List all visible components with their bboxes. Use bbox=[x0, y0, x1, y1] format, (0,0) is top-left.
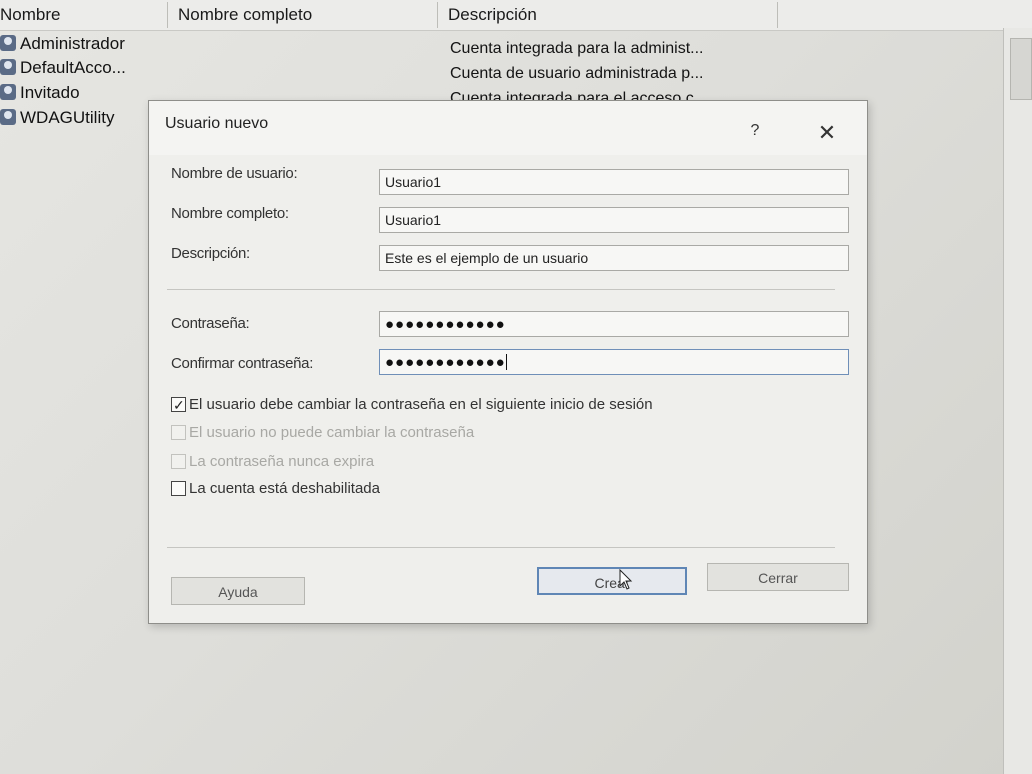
confirm-password-label: Confirmar contraseña: bbox=[171, 355, 314, 372]
account-disabled-checkbox[interactable] bbox=[171, 481, 186, 496]
list-item[interactable]: WDAGUtility bbox=[0, 106, 114, 130]
confirm-password-value: ●●●●●●●●●●●● bbox=[385, 354, 506, 371]
user-icon bbox=[0, 59, 16, 75]
username-label: Nombre de usuario: bbox=[171, 165, 298, 182]
account-disabled-option[interactable]: La cuenta está deshabilitada bbox=[171, 479, 380, 499]
confirm-password-field[interactable]: ●●●●●●●●●●●● bbox=[379, 349, 849, 375]
password-never-expires-label: La contraseña nunca expira bbox=[189, 453, 375, 470]
username-field[interactable]: Usuario1 bbox=[379, 169, 849, 195]
cannot-change-password-label: El usuario no puede cambiar la contraseñ… bbox=[189, 424, 475, 441]
column-header-descripcion[interactable]: Descripción bbox=[440, 2, 778, 28]
password-field[interactable]: ●●●●●●●●●●●● bbox=[379, 311, 849, 337]
user-name: DefaultAcco... bbox=[20, 58, 126, 77]
user-name: WDAGUtility bbox=[20, 108, 115, 127]
actions-pane bbox=[1003, 28, 1032, 774]
user-icon bbox=[0, 84, 16, 100]
list-header: Nombre Nombre completo Descripción bbox=[0, 0, 1032, 31]
password-never-expires-option: La contraseña nunca expira bbox=[171, 452, 374, 472]
must-change-password-option[interactable]: El usuario debe cambiar la contraseña en… bbox=[171, 395, 653, 415]
user-description: Cuenta integrada para la administ... bbox=[450, 40, 704, 57]
account-disabled-label: La cuenta está deshabilitada bbox=[189, 480, 380, 497]
list-item[interactable]: DefaultAcco... bbox=[0, 56, 126, 80]
description-field[interactable]: Este es el ejemplo de un usuario bbox=[379, 245, 849, 271]
help-icon[interactable]: ? bbox=[743, 119, 767, 143]
dialog-title: Usuario nuevo bbox=[165, 115, 269, 132]
column-header-nombre-completo[interactable]: Nombre completo bbox=[170, 2, 438, 28]
close-icon[interactable]: ✕ bbox=[813, 119, 841, 147]
help-button[interactable]: Ayuda bbox=[171, 577, 305, 605]
pane-scroll-button[interactable] bbox=[1010, 38, 1032, 100]
create-button[interactable]: Crear bbox=[537, 567, 687, 595]
column-header-nombre[interactable]: Nombre bbox=[0, 2, 168, 28]
password-label: Contraseña: bbox=[171, 315, 250, 332]
password-value: ●●●●●●●●●●●● bbox=[385, 316, 506, 333]
mouse-cursor-icon bbox=[619, 569, 633, 590]
user-icon bbox=[0, 35, 16, 51]
fullname-label: Nombre completo: bbox=[171, 205, 289, 222]
fullname-field[interactable]: Usuario1 bbox=[379, 207, 849, 233]
password-never-expires-checkbox bbox=[171, 454, 186, 469]
list-item[interactable]: Invitado bbox=[0, 81, 80, 105]
text-caret bbox=[505, 354, 507, 370]
user-name: Administrador bbox=[20, 34, 125, 53]
new-user-dialog: Usuario nuevo ? ✕ Nombre de usuario: Usu… bbox=[148, 100, 868, 624]
screen: Nombre Nombre completo Descripción Admin… bbox=[0, 0, 1032, 774]
description-label: Descripción: bbox=[171, 245, 250, 262]
must-change-password-checkbox[interactable] bbox=[171, 395, 186, 415]
list-item[interactable]: Administrador bbox=[0, 32, 125, 56]
separator bbox=[167, 289, 835, 290]
cannot-change-password-option: El usuario no puede cambiar la contraseñ… bbox=[171, 423, 474, 443]
dialog-titlebar[interactable]: Usuario nuevo ? ✕ bbox=[149, 101, 867, 155]
close-button[interactable]: Cerrar bbox=[707, 563, 849, 591]
separator bbox=[167, 547, 835, 548]
user-icon bbox=[0, 109, 16, 125]
must-change-password-label: El usuario debe cambiar la contraseña en… bbox=[189, 396, 653, 413]
cannot-change-password-checkbox bbox=[171, 425, 186, 440]
user-name: Invitado bbox=[20, 83, 80, 102]
user-description: Cuenta de usuario administrada p... bbox=[450, 65, 704, 82]
